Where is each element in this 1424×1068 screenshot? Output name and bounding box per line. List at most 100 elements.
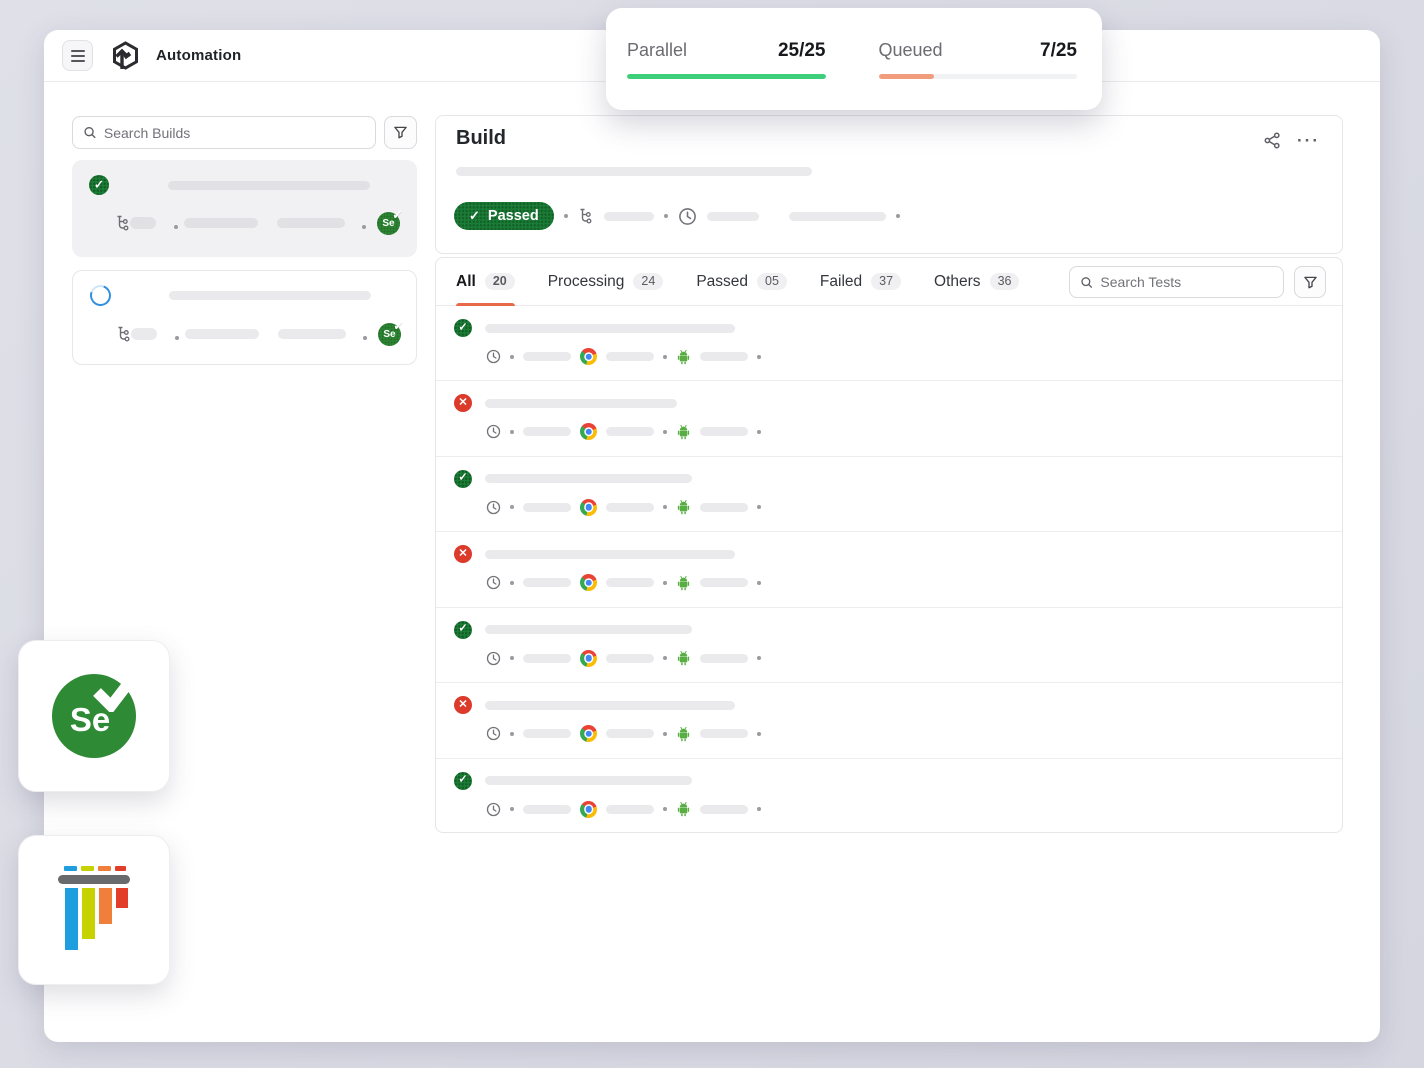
meta-skeleton (700, 653, 748, 663)
dot-separator (510, 580, 514, 585)
dot-separator (510, 505, 514, 510)
test-row[interactable]: ✕ (436, 381, 1342, 457)
build-title-skeleton (168, 181, 370, 190)
dot-separator (663, 429, 667, 434)
dot-separator (563, 214, 568, 218)
selenium-badge-icon: Se ✓ (378, 318, 404, 346)
builds-filter-button[interactable] (384, 116, 417, 149)
meta-skeleton (606, 653, 654, 663)
build-list-item[interactable]: ✓ Se ✓ (72, 160, 417, 257)
tests-tabs-row: All 20 Processing 24 Passed 05 Failed 37… (436, 258, 1342, 306)
chrome-icon (580, 800, 597, 818)
branch-icon (115, 215, 131, 232)
parallel-label: Parallel (627, 39, 688, 60)
dot-separator (895, 214, 900, 218)
dot-separator (757, 807, 761, 812)
chrome-icon (580, 649, 597, 667)
dot-separator (757, 580, 761, 585)
parallel-metric: Parallel 25/25 (627, 40, 826, 79)
android-icon (676, 801, 691, 817)
tab-count-badge: 20 (484, 272, 515, 291)
chrome-icon (580, 725, 597, 743)
pytest-logo-icon (58, 866, 130, 950)
meta-skeleton (700, 578, 748, 588)
meta-skeleton (131, 328, 157, 340)
test-row[interactable]: ✕ (436, 683, 1342, 759)
test-title-skeleton (485, 549, 735, 559)
dot-separator (510, 731, 514, 736)
branch-icon (578, 208, 594, 225)
check-icon: ✓ (393, 318, 404, 333)
build-meta-line: Se ✓ (72, 207, 417, 236)
share-button[interactable] (1264, 132, 1281, 149)
dot-separator (663, 505, 667, 510)
test-row[interactable]: ✓ (436, 306, 1342, 382)
tests-tab[interactable]: Others 36 (934, 258, 1020, 305)
build-list-item[interactable]: Se ✓ (72, 270, 417, 365)
status-icon: ✕ (454, 394, 472, 413)
dot-separator (757, 429, 761, 434)
dot-separator (510, 429, 514, 434)
dot-separator (663, 731, 667, 736)
tests-tab[interactable]: Failed 37 (819, 258, 902, 305)
filter-icon (1303, 276, 1317, 288)
queued-progress-fill (878, 73, 935, 79)
tab-label: Passed (696, 272, 749, 290)
parallel-progress-track (627, 73, 826, 79)
meta-skeleton (700, 427, 748, 437)
tab-label: Others (934, 272, 981, 290)
meta-skeleton (606, 729, 654, 739)
search-builds-input[interactable] (103, 124, 365, 141)
pytest-logo-card (18, 835, 170, 985)
page-background: Automation ✓ (0, 0, 1424, 1068)
status-icon: ✓ (454, 771, 472, 790)
tests-tab[interactable]: Passed 05 (696, 258, 787, 305)
dot-separator (663, 807, 667, 812)
tests-filter-button[interactable] (1294, 266, 1326, 298)
dot-separator (510, 807, 514, 812)
meta-skeleton (606, 427, 654, 437)
clock-icon (486, 802, 501, 817)
dot-separator (663, 580, 667, 585)
clock-icon (486, 575, 501, 590)
build-description-skeleton (456, 167, 812, 176)
meta-skeleton (523, 729, 571, 739)
meta-skeleton (523, 502, 571, 512)
selenium-logo-card: Se (18, 640, 170, 792)
parallel-progress-fill (627, 73, 826, 79)
meta-skeleton (606, 578, 654, 588)
test-row[interactable]: ✕ (436, 532, 1342, 608)
clock-icon (486, 726, 501, 741)
tests-tab[interactable]: All 20 (456, 258, 515, 306)
search-tests-input[interactable] (1100, 274, 1273, 290)
dot-separator (757, 656, 761, 661)
dot-separator (363, 336, 367, 340)
search-icon (1081, 276, 1093, 288)
dot-separator (510, 656, 514, 661)
more-options-button[interactable]: ··· (1297, 132, 1320, 149)
android-icon (676, 726, 691, 742)
meta-skeleton (278, 329, 346, 339)
tab-label: Failed (819, 272, 863, 290)
status-icon: ✓ (454, 620, 472, 639)
test-row[interactable]: ✓ (436, 759, 1342, 833)
test-row[interactable]: ✓ (436, 608, 1342, 684)
dot-separator (510, 354, 514, 359)
meta-skeleton (523, 653, 571, 663)
test-title-skeleton (485, 323, 735, 333)
hamburger-menu-button[interactable] (62, 40, 93, 71)
android-icon (676, 499, 691, 515)
search-tests-field[interactable] (1069, 266, 1284, 298)
tab-count-badge: 24 (633, 272, 664, 291)
dot-separator (175, 336, 179, 340)
android-icon (676, 650, 691, 666)
android-icon (676, 349, 691, 365)
build-header-panel: Build ··· ✓ Passed (435, 115, 1343, 254)
test-row[interactable]: ✓ (436, 457, 1342, 533)
tests-tab[interactable]: Processing 24 (548, 258, 664, 305)
dot-separator (362, 225, 366, 229)
selenium-logo-icon: Se (52, 668, 142, 758)
app-window: Automation ✓ (44, 30, 1380, 1042)
android-icon (676, 424, 691, 440)
search-builds-field[interactable] (72, 116, 376, 149)
